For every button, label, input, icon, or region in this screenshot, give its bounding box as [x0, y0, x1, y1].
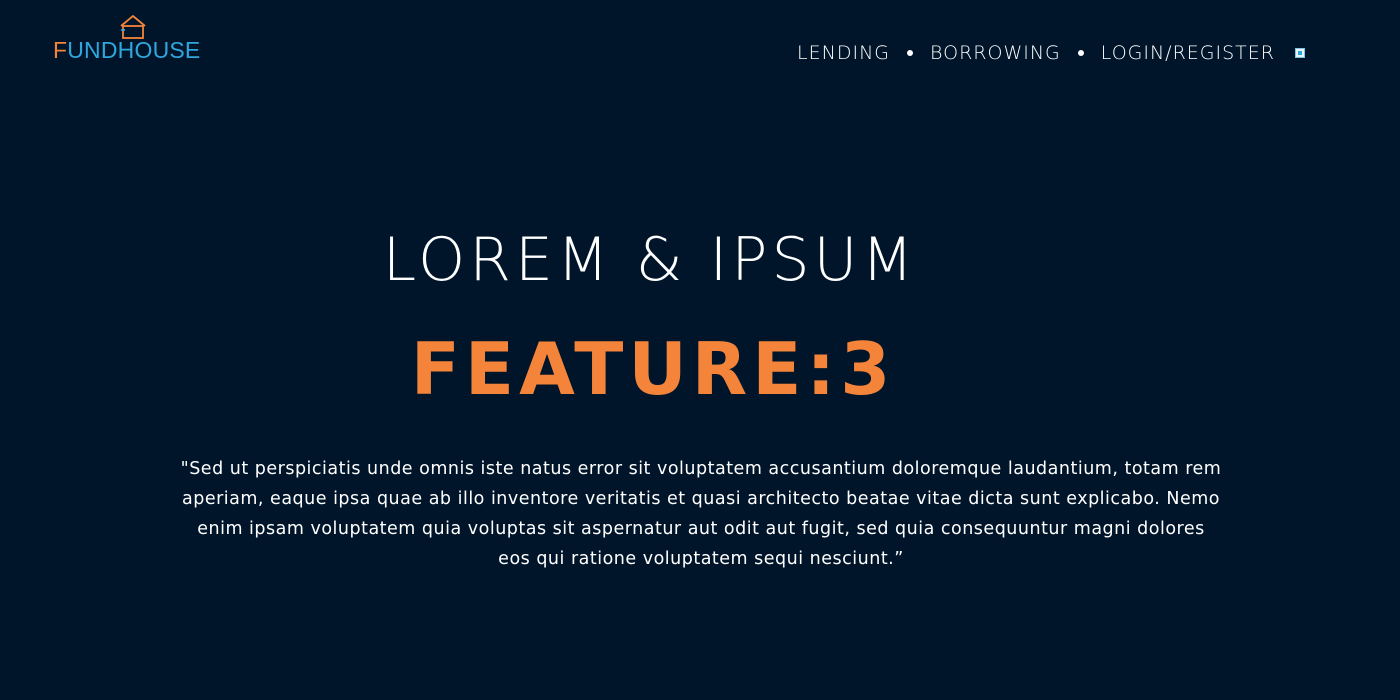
brand-logo[interactable]: FUNDHOUSE — [53, 14, 223, 64]
hero-title: LOREM & IPSUM — [382, 225, 918, 295]
brand-name: FUNDHOUSE — [53, 36, 200, 64]
brand-name-initial: F — [53, 37, 68, 63]
nav-link-login-register[interactable]: LOGIN/REGISTER — [1101, 42, 1275, 64]
hero-subtitle: FEATURE:3 — [410, 327, 896, 411]
nav-link-borrowing[interactable]: BORROWING — [930, 42, 1061, 64]
menu-square-icon[interactable] — [1295, 48, 1305, 58]
brand-name-rest: UNDHOUSE — [67, 37, 201, 63]
nav-separator-dot — [907, 50, 914, 56]
nav-separator-dot — [1077, 50, 1084, 56]
hero-quote: "Sed ut perspiciatis unde omnis iste nat… — [180, 459, 1222, 569]
main-nav: LENDING BORROWING LOGIN/REGISTER — [797, 38, 1305, 68]
nav-link-lending[interactable]: LENDING — [797, 42, 890, 64]
